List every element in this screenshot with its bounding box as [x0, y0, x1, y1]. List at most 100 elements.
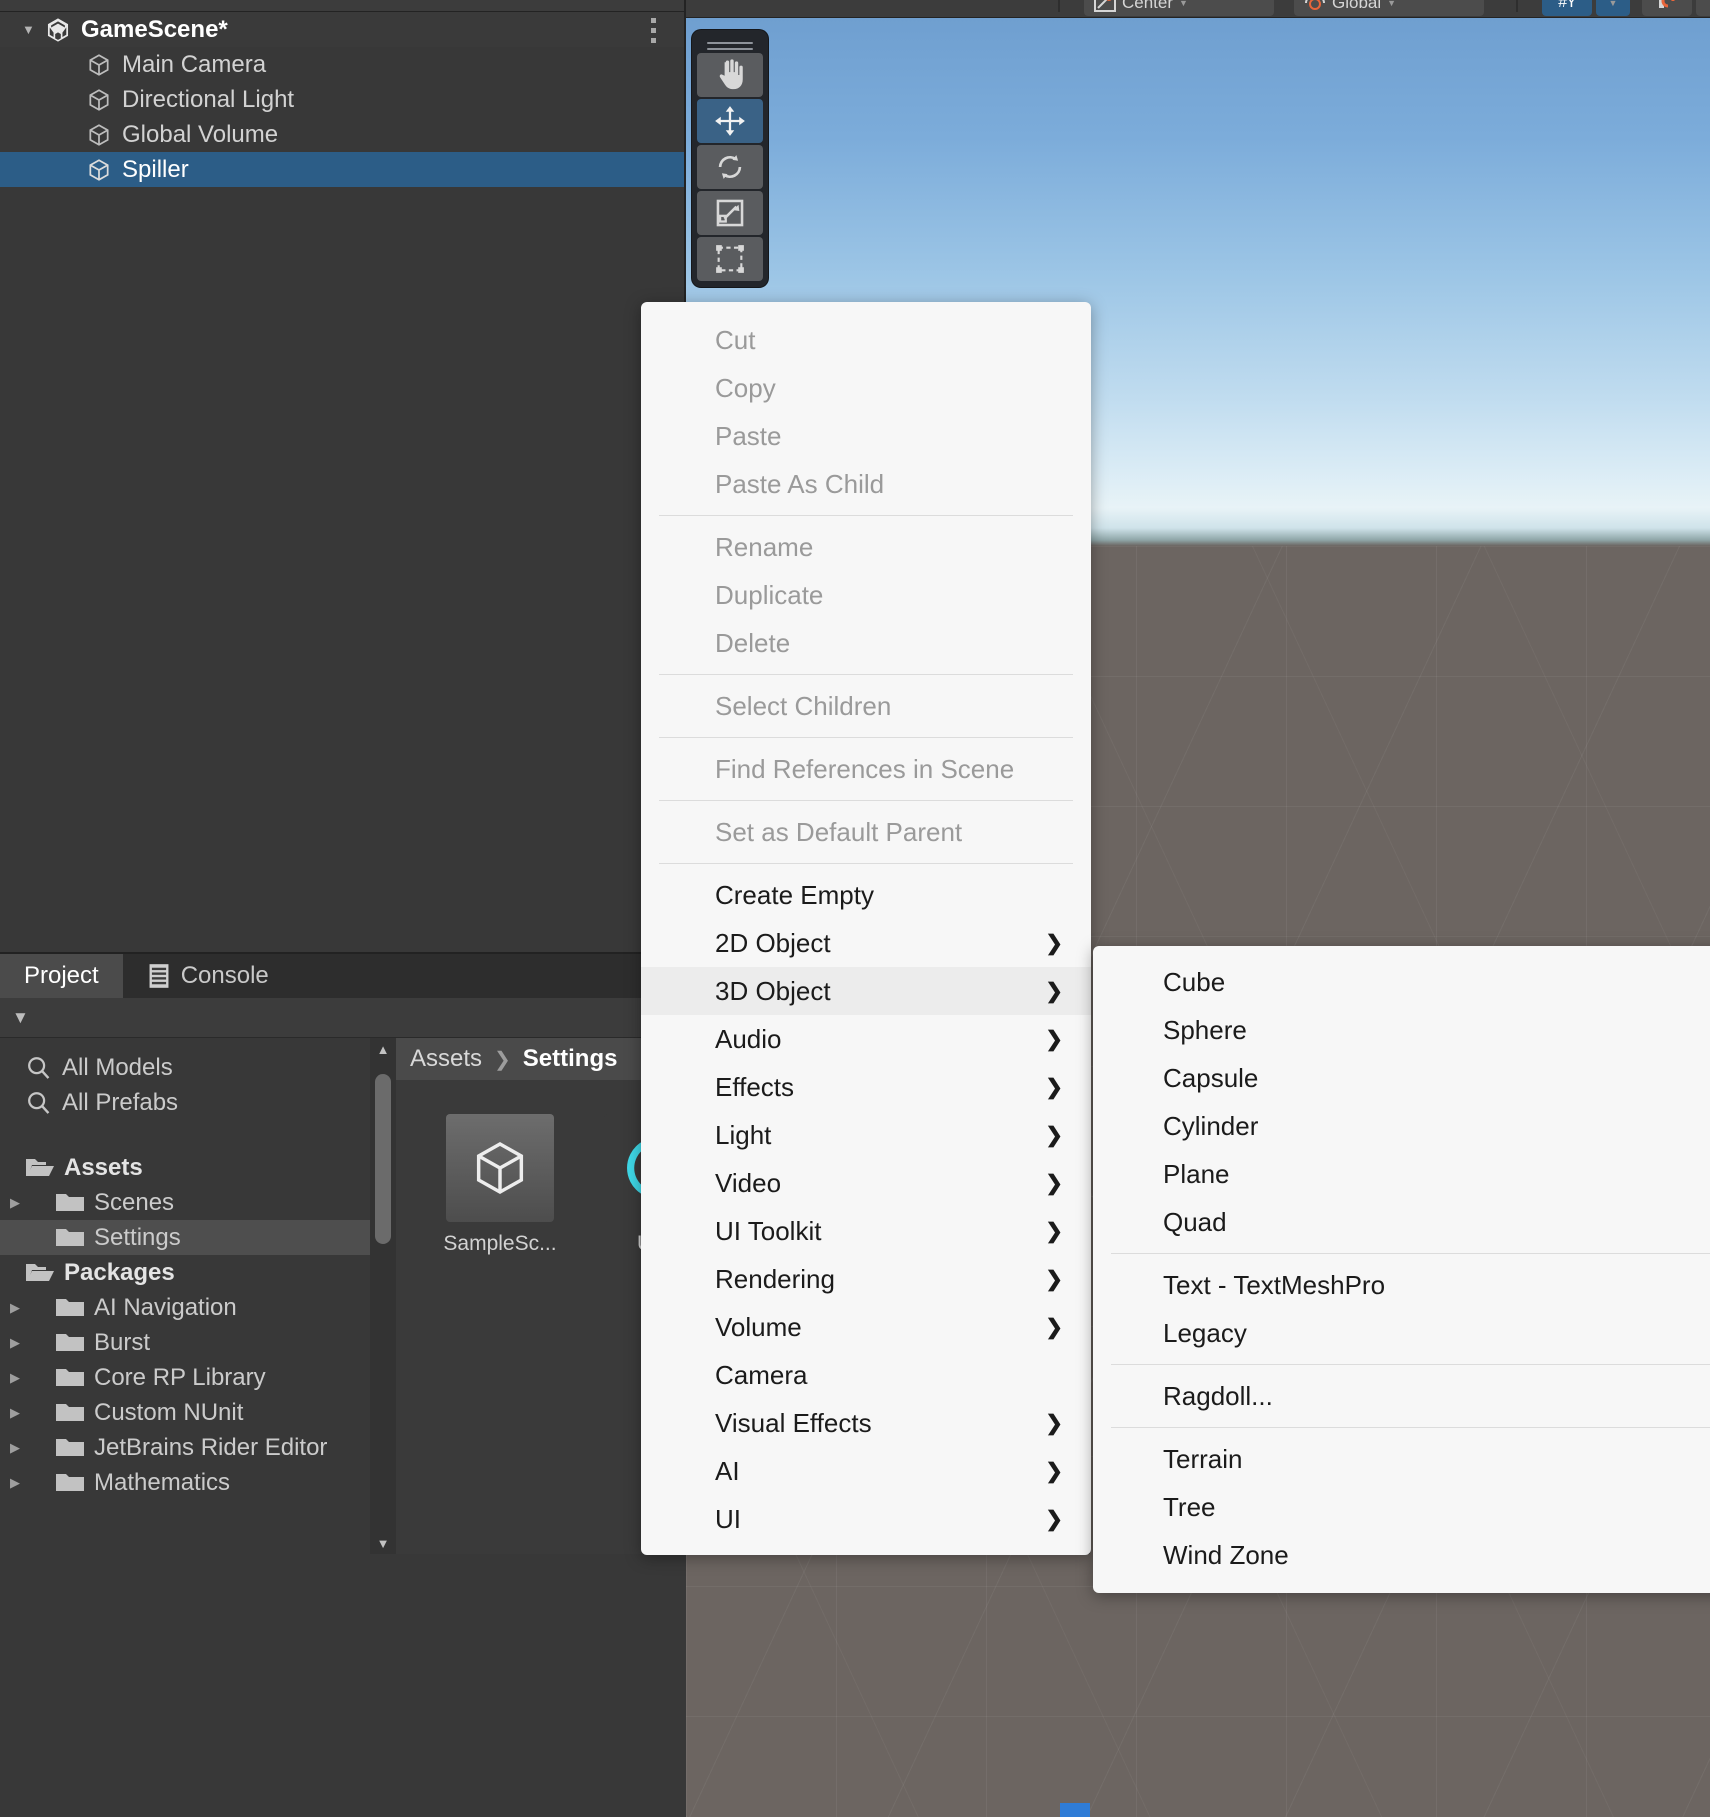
unity-scene-icon [47, 17, 69, 42]
tree-arrow-icon[interactable]: ▶ [4, 1475, 26, 1491]
project-tree-item-ai-navigation[interactable]: ▶ AI Navigation [0, 1290, 370, 1325]
menu-item-3d-object[interactable]: 3D Object ❯ [641, 967, 1091, 1015]
project-tree-item-settings[interactable]: Settings [0, 1220, 370, 1255]
rotate-tool-button[interactable] [697, 145, 763, 189]
project-tree-item-assets[interactable]: Assets [0, 1150, 370, 1185]
asset-item[interactable]: SampleSc... [440, 1114, 560, 1256]
menu-item-create-empty[interactable]: Create Empty [641, 871, 1091, 919]
project-tree-item-packages[interactable]: Packages [0, 1255, 370, 1290]
project-tree-item-jetbrains-rider-editor[interactable]: ▶ JetBrains Rider Editor [0, 1430, 370, 1465]
chevron-down-icon[interactable]: ▼ [22, 22, 44, 37]
3d-object-submenu[interactable]: Cube Sphere Capsule Cylinder Plane Quad … [1093, 946, 1710, 1593]
project-tree-scrollbar[interactable]: ▲ ▼ [370, 1038, 396, 1554]
grid-snap-dropdown[interactable]: ▼ [1596, 0, 1630, 16]
project-tree[interactable]: All Models All Prefabs Assets ▶ Scenes S… [0, 1038, 370, 1554]
scale-tool-button[interactable] [697, 191, 763, 235]
hand-tool-button[interactable] [697, 53, 763, 97]
tree-arrow-icon[interactable]: ▶ [4, 1195, 26, 1211]
submenu-item-terrain[interactable]: Terrain [1093, 1435, 1710, 1483]
project-tree-item-core-rp-library[interactable]: ▶ Core RP Library [0, 1360, 370, 1395]
tree-arrow-icon[interactable]: ▶ [4, 1370, 26, 1386]
tab-console[interactable]: Console [123, 954, 293, 998]
tree-arrow-icon[interactable]: ▶ [4, 1405, 26, 1421]
tab-project[interactable]: Project [0, 954, 123, 998]
hierarchy-scene-root[interactable]: ▼ GameScene* [0, 12, 684, 47]
tree-item-label: Core RP Library [94, 1363, 266, 1391]
submenu-item-ragdoll[interactable]: Ragdoll... [1093, 1372, 1710, 1420]
submenu-item-text-textmeshpro[interactable]: Text - TextMeshPro [1093, 1261, 1710, 1309]
submenu-item-tree[interactable]: Tree [1093, 1483, 1710, 1531]
menu-item-cut[interactable]: Cut [641, 316, 1091, 364]
menu-item-ai[interactable]: AI ❯ [641, 1447, 1091, 1495]
submenu-item-cube[interactable]: Cube [1093, 958, 1710, 1006]
menu-item-rendering[interactable]: Rendering ❯ [641, 1255, 1091, 1303]
scene-tool-strip[interactable] [692, 30, 768, 287]
snap-increment-toggle[interactable] [1642, 0, 1692, 16]
scene-name-label: GameScene* [81, 15, 228, 43]
tab-project-label: Project [24, 962, 99, 989]
menu-item-rename[interactable]: Rename [641, 523, 1091, 571]
submenu-item-wind-zone[interactable]: Wind Zone [1093, 1531, 1710, 1579]
submenu-item-quad[interactable]: Quad [1093, 1198, 1710, 1246]
rotate-icon [718, 155, 742, 179]
tree-arrow-icon[interactable]: ▶ [4, 1335, 26, 1351]
grid-snap-toggle[interactable]: #Y [1542, 0, 1592, 16]
submenu-item-capsule[interactable]: Capsule [1093, 1054, 1710, 1102]
gameobject-cube-icon [89, 88, 109, 111]
menu-item-visual-effects[interactable]: Visual Effects ❯ [641, 1399, 1091, 1447]
menu-item-paste[interactable]: Paste [641, 412, 1091, 460]
menu-item-ui[interactable]: UI ❯ [641, 1495, 1091, 1543]
menu-item-volume[interactable]: Volume ❯ [641, 1303, 1091, 1351]
project-tree-item-scenes[interactable]: ▶ Scenes [0, 1185, 370, 1220]
pivot-center-icon [1094, 0, 1116, 12]
project-filter-all-models[interactable]: All Models [0, 1050, 370, 1085]
project-tree-item-custom-nunit[interactable]: ▶ Custom NUnit [0, 1395, 370, 1430]
menu-item-label: Cut [715, 324, 756, 355]
folder-icon [56, 1229, 84, 1246]
project-tree-item-mathematics[interactable]: ▶ Mathematics [0, 1465, 370, 1500]
scroll-up-arrow-icon[interactable]: ▲ [375, 1042, 391, 1057]
menu-item-delete[interactable]: Delete [641, 619, 1091, 667]
menu-item-2d-object[interactable]: 2D Object ❯ [641, 919, 1091, 967]
menu-item-light[interactable]: Light ❯ [641, 1111, 1091, 1159]
submenu-item-plane[interactable]: Plane [1093, 1150, 1710, 1198]
tree-arrow-icon[interactable]: ▶ [4, 1440, 26, 1456]
handle-space-dropdown[interactable]: Global ▼ [1294, 0, 1484, 16]
snap-increment-dropdown[interactable]: ▼ [1696, 0, 1710, 16]
pivot-mode-dropdown[interactable]: Center ▼ [1084, 0, 1274, 16]
scroll-down-arrow-icon[interactable]: ▼ [375, 1536, 391, 1551]
menu-item-copy[interactable]: Copy [641, 364, 1091, 412]
tree-arrow-icon[interactable]: ▶ [4, 1300, 26, 1316]
hierarchy-item-global-volume[interactable]: Global Volume [0, 117, 684, 152]
breadcrumb-root[interactable]: Assets [410, 1045, 482, 1073]
menu-item-camera[interactable]: Camera [641, 1351, 1091, 1399]
menu-item-effects[interactable]: Effects ❯ [641, 1063, 1091, 1111]
menu-item-video[interactable]: Video ❯ [641, 1159, 1091, 1207]
hierarchy-context-menu[interactable]: Cut Copy Paste Paste As Child Rename Dup… [641, 302, 1091, 1555]
menu-item-set-as-default-parent[interactable]: Set as Default Parent [641, 808, 1091, 856]
scrollbar-thumb[interactable] [375, 1074, 391, 1244]
tool-strip-grip[interactable] [707, 48, 753, 50]
submenu-item-sphere[interactable]: Sphere [1093, 1006, 1710, 1054]
menu-item-paste-as-child[interactable]: Paste As Child [641, 460, 1091, 508]
menu-item-ui-toolkit[interactable]: UI Toolkit ❯ [641, 1207, 1091, 1255]
chevron-right-icon: ❯ [1045, 1075, 1063, 1099]
hierarchy-item-main-camera[interactable]: Main Camera [0, 47, 684, 82]
submenu-item-cylinder[interactable]: Cylinder [1093, 1102, 1710, 1150]
hierarchy-options-icon[interactable] [651, 18, 656, 48]
hierarchy-panel[interactable]: ▼ GameScene* Main Camera Directional Lig… [0, 0, 686, 952]
project-tree-item-burst[interactable]: ▶ Burst [0, 1325, 370, 1360]
menu-item-duplicate[interactable]: Duplicate [641, 571, 1091, 619]
menu-item-audio[interactable]: Audio ❯ [641, 1015, 1091, 1063]
menu-item-find-references-in-scene[interactable]: Find References in Scene [641, 745, 1091, 793]
hierarchy-item-directional-light[interactable]: Directional Light [0, 82, 684, 117]
menu-item-select-children[interactable]: Select Children [641, 682, 1091, 730]
chevron-down-icon[interactable]: ▼ [6, 1008, 29, 1028]
move-tool-button[interactable] [697, 99, 763, 143]
submenu-item-legacy[interactable]: Legacy ❯ [1093, 1309, 1710, 1357]
hierarchy-item-spiller[interactable]: Spiller [0, 152, 684, 187]
rect-tool-button[interactable] [697, 237, 763, 281]
tool-strip-grip[interactable] [707, 42, 753, 44]
menu-separator [659, 800, 1073, 801]
project-filter-all-prefabs[interactable]: All Prefabs [0, 1085, 370, 1120]
